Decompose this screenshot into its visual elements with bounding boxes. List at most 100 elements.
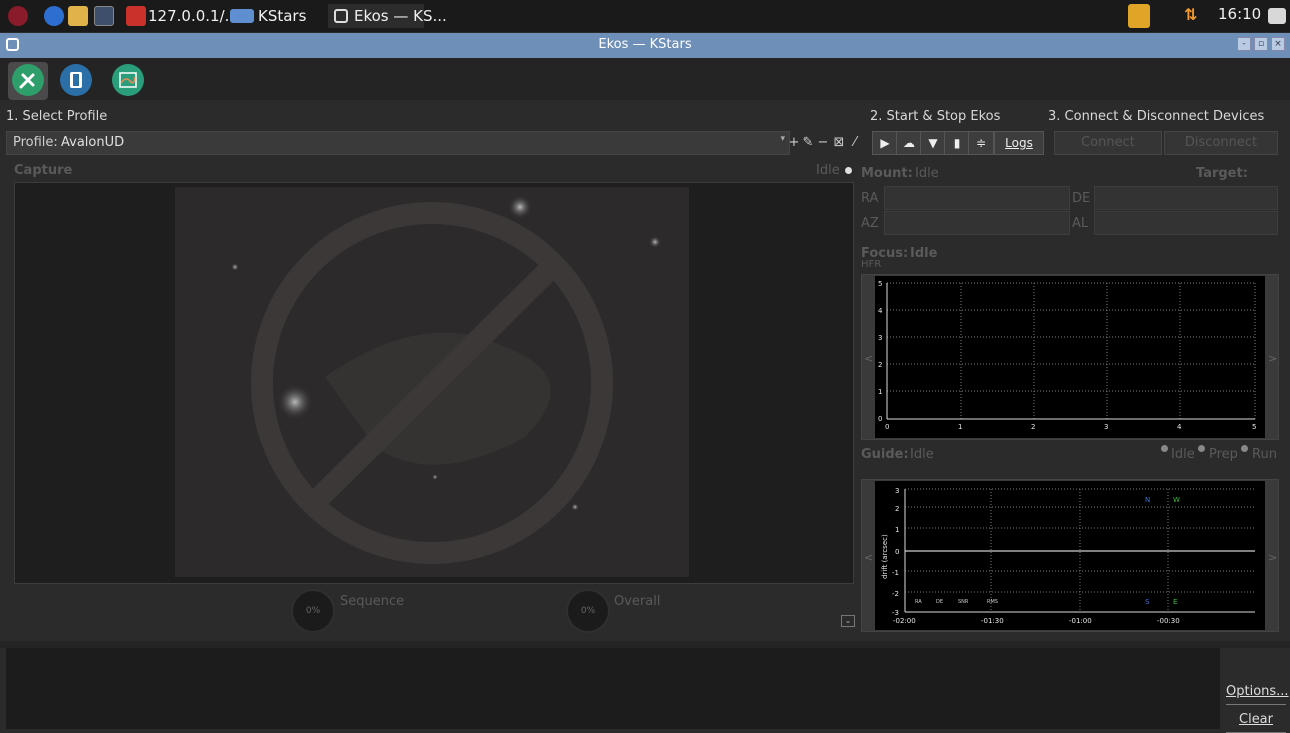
tab-capture[interactable] (56, 62, 96, 100)
module-toolbar (0, 58, 1290, 100)
guide-prev-arrow[interactable]: < (864, 551, 873, 564)
guide-y-tick: -3 (892, 609, 899, 617)
mount-control-icon[interactable]: ▼ (920, 131, 946, 155)
connect-devices-heading: 3. Connect & Disconnect Devices (1048, 109, 1265, 124)
capture-status-led (845, 167, 852, 174)
focus-x-tick: 0 (885, 423, 889, 431)
al-field (1094, 211, 1278, 235)
log-output[interactable] (6, 648, 1220, 729)
splitter-handle[interactable] (0, 641, 1290, 648)
guide-x-tick: -01:00 (1069, 617, 1092, 625)
guide-prep-led (1198, 445, 1205, 452)
guide-state-idle: Idle (1171, 447, 1195, 462)
profile-wizard-button[interactable]: ⊠ (832, 132, 846, 154)
capture-preview-image (175, 187, 689, 577)
guide-drift-plot: 3 2 1 0 -1 -2 -3 -02:00 -01:30 -01:00 -0… (875, 481, 1265, 630)
raspberry-menu-icon[interactable] (8, 6, 28, 26)
hfr-label: HFR (861, 259, 882, 270)
focus-x-tick: 5 (1252, 423, 1256, 431)
edit-profile-button[interactable]: ✎ (801, 132, 815, 154)
de-field (1094, 186, 1278, 210)
kstars-app-icon (230, 9, 254, 23)
select-profile-heading: 1. Select Profile (6, 109, 108, 124)
compass-south: S (1145, 598, 1150, 606)
focus-y-tick: 0 (878, 415, 882, 423)
clear-button[interactable]: Clear (1226, 709, 1286, 733)
profile-value: AvalonUD (61, 135, 125, 150)
add-profile-button[interactable]: + (788, 132, 800, 154)
disconnect-button[interactable]: Disconnect (1164, 131, 1278, 155)
guide-legend-ra: RA (915, 599, 922, 605)
guide-y-tick: -2 (892, 590, 899, 598)
clock: 16:10 (1218, 5, 1262, 23)
indi-control-button[interactable]: ☁ (896, 131, 922, 155)
az-field (884, 211, 1070, 235)
options-button[interactable]: Options... (1226, 681, 1289, 705)
guide-y-axis-label: drift (arcsec) (881, 534, 889, 579)
focus-next-arrow[interactable]: > (1268, 352, 1277, 365)
taskbar: 127.0.0.1/... KStars Ekos — KS... ⇅ 16:1… (0, 0, 1290, 32)
focus-y-tick: 3 (878, 334, 882, 342)
capture-heading: Capture (14, 163, 73, 178)
guide-heading: Guide: (861, 447, 909, 462)
mount-heading: Mount: (861, 166, 913, 181)
guide-legend-snr: SNR (958, 599, 969, 605)
logs-button[interactable]: Logs (994, 131, 1044, 155)
update-notifier-icon[interactable] (1128, 4, 1150, 28)
guide-y-tick: 1 (895, 526, 899, 534)
window-titlebar[interactable]: Ekos — KStars - ▫ × (0, 33, 1290, 58)
overall-label: Overall (614, 594, 661, 609)
task-vnc[interactable]: 127.0.0.1/... (148, 4, 239, 28)
sequence-progress-gauge: 0% (291, 589, 335, 633)
compass-west: W (1173, 496, 1180, 504)
minimize-button[interactable]: - (1237, 37, 1251, 51)
connect-button[interactable]: Connect (1054, 131, 1162, 155)
file-manager-icon[interactable] (68, 6, 88, 26)
capture-status: Idle (816, 163, 840, 178)
focus-y-tick: 1 (878, 388, 882, 396)
guide-status: Idle (910, 447, 934, 462)
web-browser-icon[interactable] (44, 6, 64, 26)
focus-y-tick: 5 (878, 280, 882, 288)
custom-drivers-button[interactable]: ⁄ (848, 132, 862, 154)
focus-x-tick: 2 (1031, 423, 1035, 431)
sequence-label: Sequence (340, 594, 405, 609)
guide-x-tick: -01:30 (981, 617, 1004, 625)
window-list-icon[interactable] (1268, 8, 1286, 24)
tab-analyze[interactable] (108, 62, 148, 100)
guide-next-arrow[interactable]: > (1268, 551, 1277, 564)
guide-y-tick: 2 (895, 505, 899, 513)
al-label: AL (1072, 216, 1089, 231)
vnc-app-icon (126, 6, 146, 26)
guide-state-run: Run (1252, 447, 1277, 462)
ra-label: RA (861, 191, 879, 206)
settings-sliders-icon[interactable]: ≑ (968, 131, 994, 155)
start-ekos-button[interactable]: ▶ (872, 131, 898, 155)
remove-profile-button[interactable]: − (816, 132, 830, 154)
guide-legend-rms: RMS (987, 599, 998, 605)
task-ekos[interactable]: Ekos — KS... (328, 4, 447, 28)
compass-north: N (1145, 496, 1150, 504)
focus-y-tick: 4 (878, 307, 883, 315)
expand-chevron-icon[interactable]: ⌄ (841, 615, 855, 627)
dome-control-icon[interactable]: ▮ (944, 131, 970, 155)
tab-setup[interactable] (8, 62, 48, 100)
focus-x-tick: 4 (1177, 423, 1182, 431)
profile-combobox[interactable]: Profile: AvalonUD ▾ (6, 131, 790, 155)
network-icon[interactable]: ⇅ (1184, 5, 1197, 24)
focus-y-tick: 2 (878, 361, 882, 369)
close-button[interactable]: × (1271, 37, 1285, 51)
ekos-window-icon (334, 9, 348, 23)
chevron-down-icon: ▾ (780, 134, 785, 144)
maximize-button[interactable]: ▫ (1254, 37, 1268, 51)
focus-x-tick: 1 (958, 423, 962, 431)
overall-progress-gauge: 0% (566, 589, 610, 633)
terminal-icon[interactable] (94, 6, 114, 26)
focus-prev-arrow[interactable]: < (864, 352, 873, 365)
az-label: AZ (861, 216, 879, 231)
task-kstars[interactable]: KStars (258, 4, 306, 28)
mount-target-label: Target: (1196, 166, 1248, 181)
compass-east: E (1173, 598, 1177, 606)
focus-plot: 0 1 2 3 4 5 0 1 2 3 4 5 (875, 276, 1265, 438)
focus-status: Idle (910, 246, 938, 261)
